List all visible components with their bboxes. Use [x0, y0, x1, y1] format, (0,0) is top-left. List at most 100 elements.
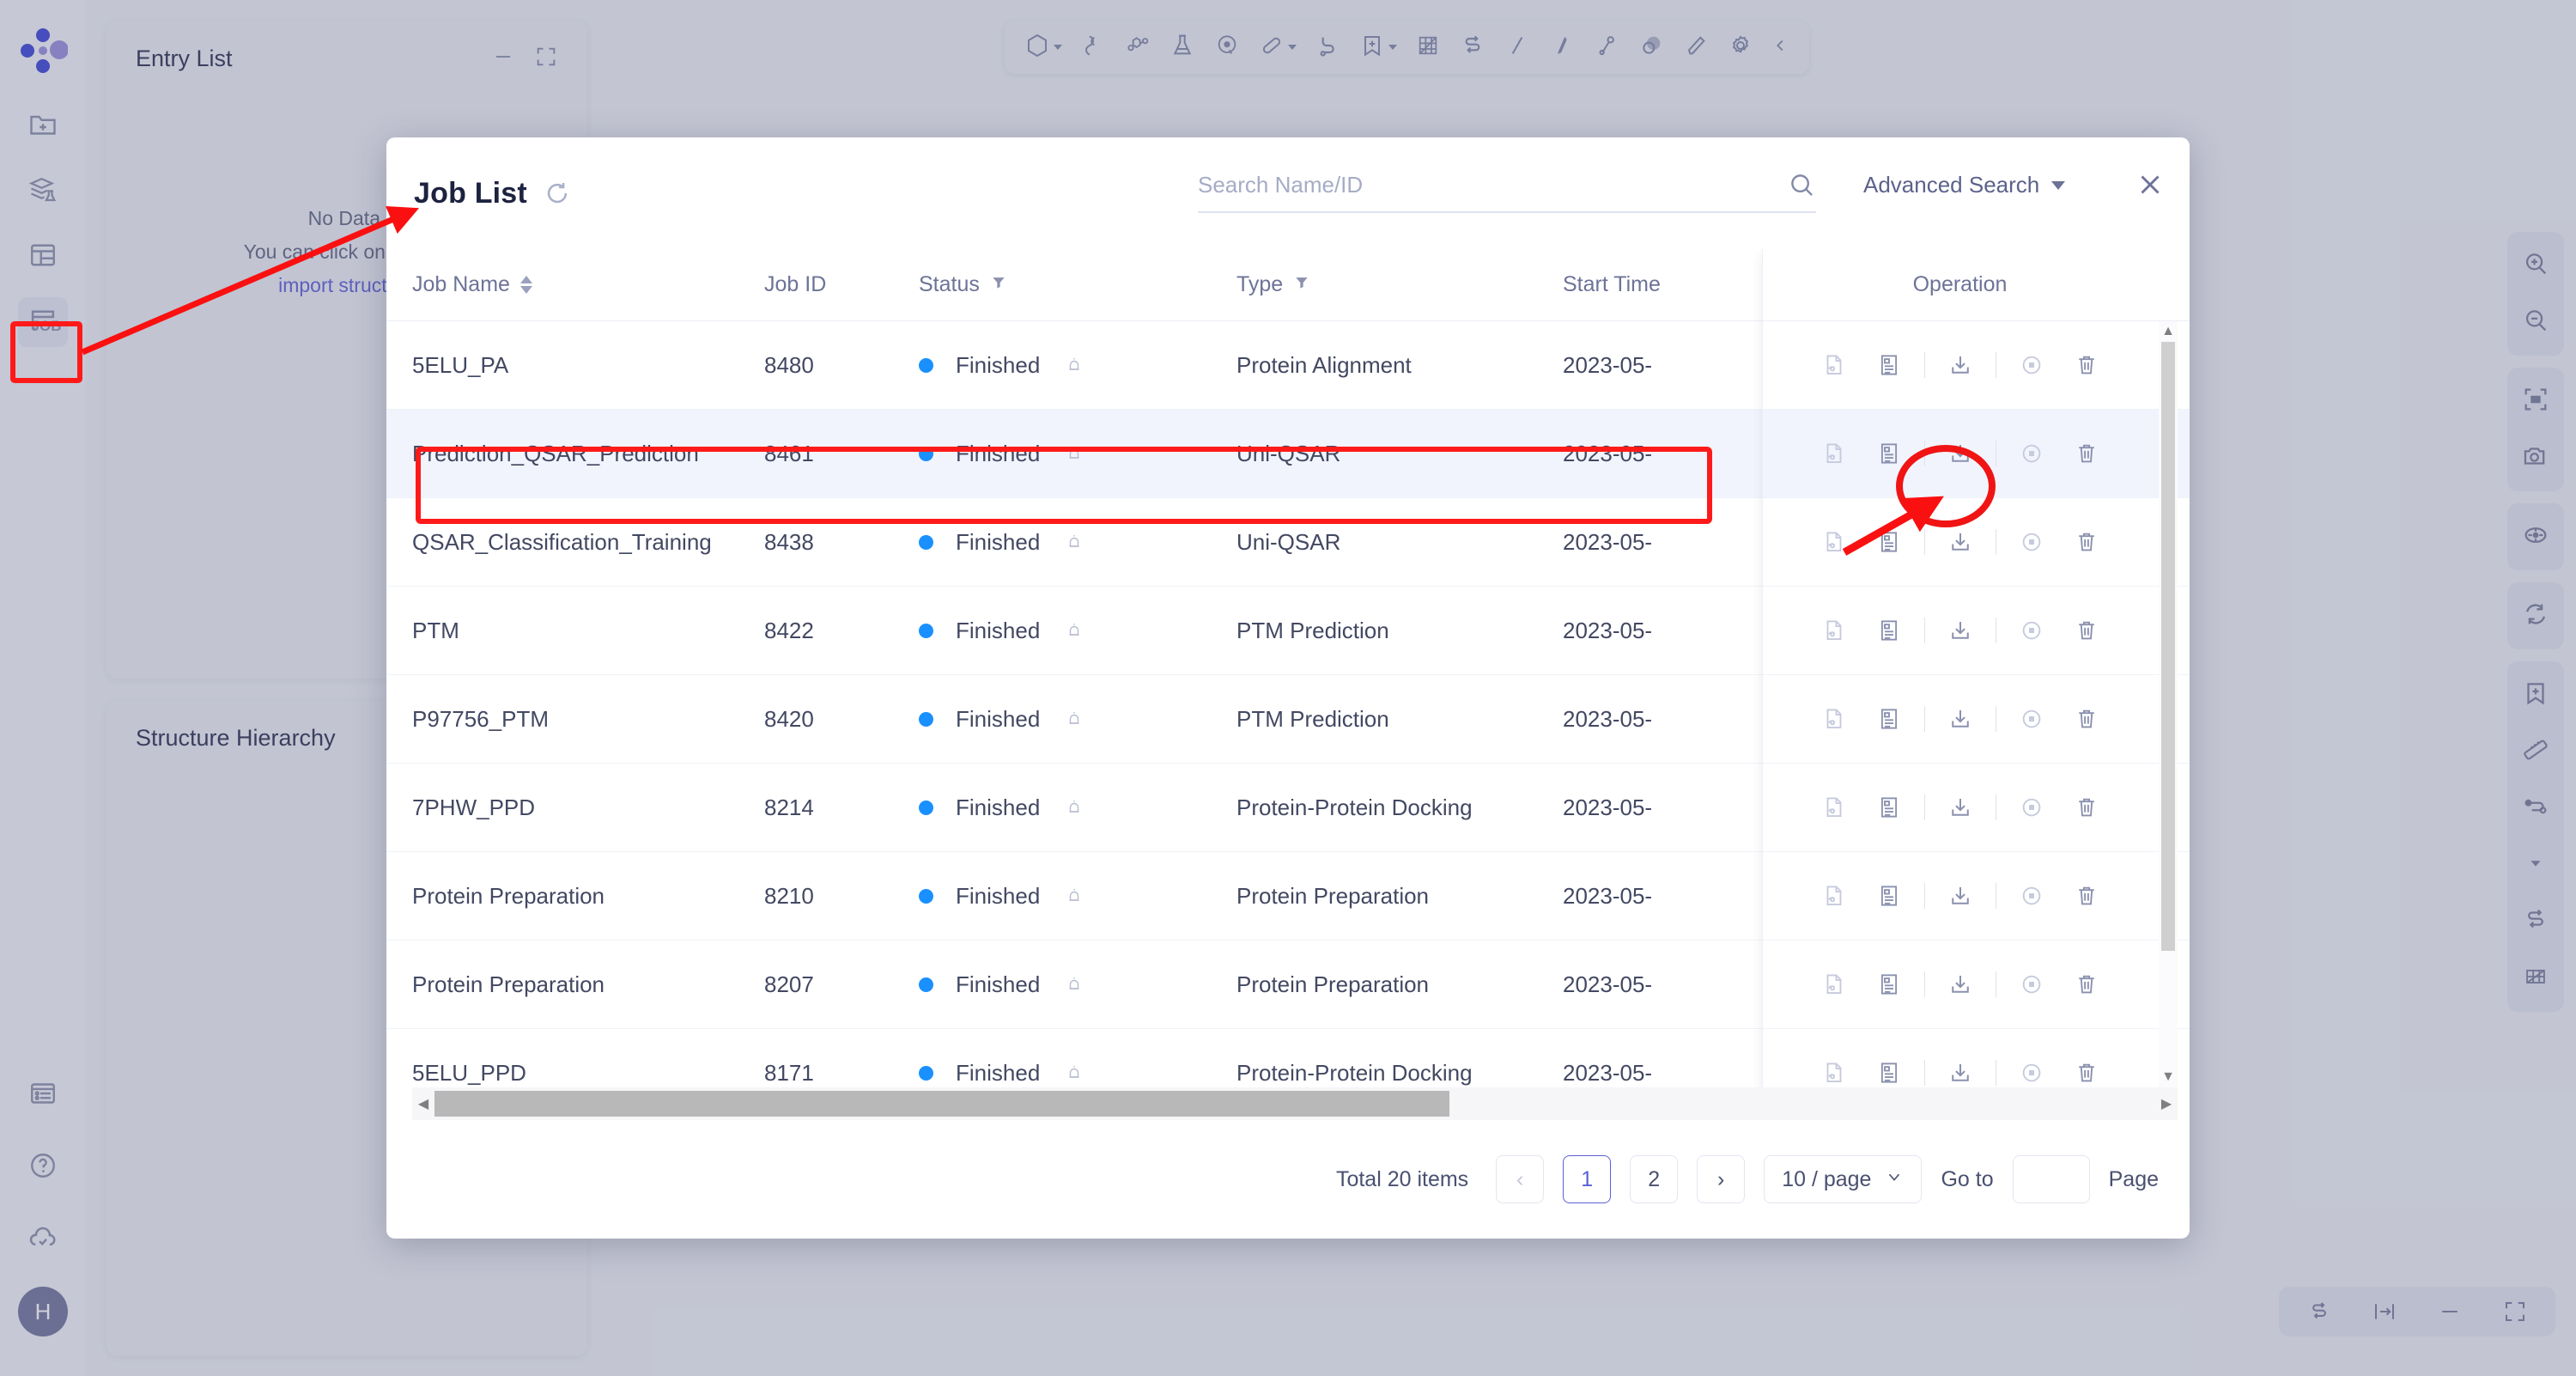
status-badge: Finished	[956, 794, 1041, 820]
delete-button[interactable]	[2067, 699, 2106, 739]
operation-column: Operation	[1762, 249, 2157, 1120]
stop-button[interactable]	[2012, 876, 2051, 916]
advanced-search-toggle[interactable]: Advanced Search	[1863, 172, 2066, 198]
cell-start-time: 2023-05-	[1563, 528, 1653, 555]
delete-button[interactable]	[2067, 965, 2106, 1004]
preview-button[interactable]	[1814, 611, 1854, 650]
refresh-icon[interactable]	[543, 179, 572, 208]
cell-status: Finished	[919, 706, 1236, 733]
operation-cell	[1763, 941, 2157, 1029]
column-header-job-id: Job ID	[764, 272, 919, 297]
horizontal-scroll-track[interactable]	[434, 1091, 2155, 1117]
column-header-job-name[interactable]: Job Name	[412, 272, 764, 297]
vertical-scroll-thumb[interactable]	[2161, 342, 2175, 951]
cell-status: Finished	[919, 529, 1236, 556]
stop-button[interactable]	[2012, 965, 2051, 1004]
delete-button[interactable]	[2067, 876, 2106, 916]
scroll-left-arrow[interactable]: ◀	[412, 1095, 434, 1112]
notify-bell-icon[interactable]	[1064, 797, 1084, 818]
close-icon[interactable]	[2134, 168, 2166, 205]
cell-job-name: PTM	[412, 617, 459, 643]
delete-button[interactable]	[2067, 345, 2106, 385]
report-button[interactable]	[1869, 788, 1909, 827]
stop-button[interactable]	[2012, 434, 2051, 473]
status-dot	[919, 446, 933, 461]
page-button-2[interactable]: 2	[1630, 1155, 1679, 1203]
filter-icon[interactable]	[1293, 272, 1310, 297]
operation-cell	[1763, 410, 2157, 498]
preview-button[interactable]	[1814, 522, 1854, 562]
preview-button[interactable]	[1814, 876, 1854, 916]
download-button[interactable]	[1941, 522, 1980, 562]
scroll-down-arrow[interactable]: ▼	[2161, 1067, 2175, 1087]
page-size-select[interactable]: 10 / page	[1764, 1155, 1923, 1203]
column-label: Start Time	[1563, 272, 1661, 296]
download-button[interactable]	[1941, 965, 1980, 1004]
stop-button[interactable]	[2012, 699, 2051, 739]
delete-button[interactable]	[2067, 611, 2106, 650]
stop-button[interactable]	[2012, 345, 2051, 385]
notify-bell-icon[interactable]	[1064, 974, 1084, 995]
download-button[interactable]	[1941, 434, 1980, 473]
preview-button[interactable]	[1814, 699, 1854, 739]
report-button[interactable]	[1869, 611, 1909, 650]
next-page-button[interactable]: ›	[1697, 1155, 1746, 1203]
report-button[interactable]	[1869, 876, 1909, 916]
total-items-label: Total 20 items	[1335, 1166, 1469, 1191]
cell-job-id: 8422	[764, 617, 814, 643]
report-button[interactable]	[1869, 522, 1909, 562]
preview-button[interactable]	[1814, 788, 1854, 827]
report-button[interactable]	[1869, 699, 1909, 739]
status-dot	[919, 800, 933, 815]
cell-start-time: 2023-05-	[1563, 617, 1653, 643]
preview-button[interactable]	[1814, 345, 1854, 385]
notify-bell-icon[interactable]	[1064, 886, 1084, 906]
report-button[interactable]	[1869, 965, 1909, 1004]
notify-bell-icon[interactable]	[1064, 620, 1084, 641]
download-button[interactable]	[1941, 876, 1980, 916]
horizontal-scrollbar[interactable]: ◀ ▶	[412, 1087, 2178, 1120]
download-button[interactable]	[1941, 788, 1980, 827]
scroll-right-arrow[interactable]: ▶	[2155, 1095, 2178, 1112]
column-header-type[interactable]: Type	[1236, 272, 1563, 297]
chevron-down-icon	[1885, 1167, 1904, 1192]
vertical-scrollbar[interactable]: ▲ ▼	[2159, 321, 2178, 1087]
notify-bell-icon[interactable]	[1064, 1062, 1084, 1083]
search-icon[interactable]	[1787, 170, 1816, 199]
download-button[interactable]	[1941, 611, 1980, 650]
notify-bell-icon[interactable]	[1064, 355, 1084, 375]
column-header-status[interactable]: Status	[919, 272, 1236, 297]
status-badge: Finished	[956, 971, 1041, 997]
stop-button[interactable]	[2012, 611, 2051, 650]
column-label: Status	[919, 272, 980, 296]
notify-bell-icon[interactable]	[1064, 443, 1084, 464]
cell-job-id: 8420	[764, 705, 814, 732]
delete-button[interactable]	[2067, 788, 2106, 827]
vertical-scroll-track[interactable]	[2161, 342, 2175, 1067]
sort-icon[interactable]	[519, 276, 532, 294]
prev-page-button[interactable]: ‹	[1496, 1155, 1545, 1203]
filter-icon[interactable]	[990, 272, 1007, 297]
preview-button[interactable]	[1814, 965, 1854, 1004]
notify-bell-icon[interactable]	[1064, 532, 1084, 552]
page-suffix-label: Page	[2108, 1166, 2159, 1191]
stop-button[interactable]	[2012, 522, 2051, 562]
stop-button[interactable]	[2012, 788, 2051, 827]
report-button[interactable]	[1869, 345, 1909, 385]
download-button[interactable]	[1941, 699, 1980, 739]
search-input[interactable]	[1198, 171, 1787, 198]
report-button[interactable]	[1869, 434, 1909, 473]
status-dot	[919, 623, 933, 638]
cell-job-name: 5ELU_PA	[412, 351, 509, 378]
download-button[interactable]	[1941, 345, 1980, 385]
delete-button[interactable]	[2067, 434, 2106, 473]
scroll-up-arrow[interactable]: ▲	[2161, 321, 2175, 342]
goto-page-input[interactable]	[2012, 1155, 2090, 1203]
horizontal-scroll-thumb[interactable]	[434, 1091, 1450, 1117]
column-header-operation: Operation	[1763, 249, 2157, 321]
page-button-1[interactable]: 1	[1563, 1155, 1612, 1203]
preview-button[interactable]	[1814, 434, 1854, 473]
delete-button[interactable]	[2067, 522, 2106, 562]
notify-bell-icon[interactable]	[1064, 709, 1084, 729]
cell-status: Finished	[919, 352, 1236, 379]
